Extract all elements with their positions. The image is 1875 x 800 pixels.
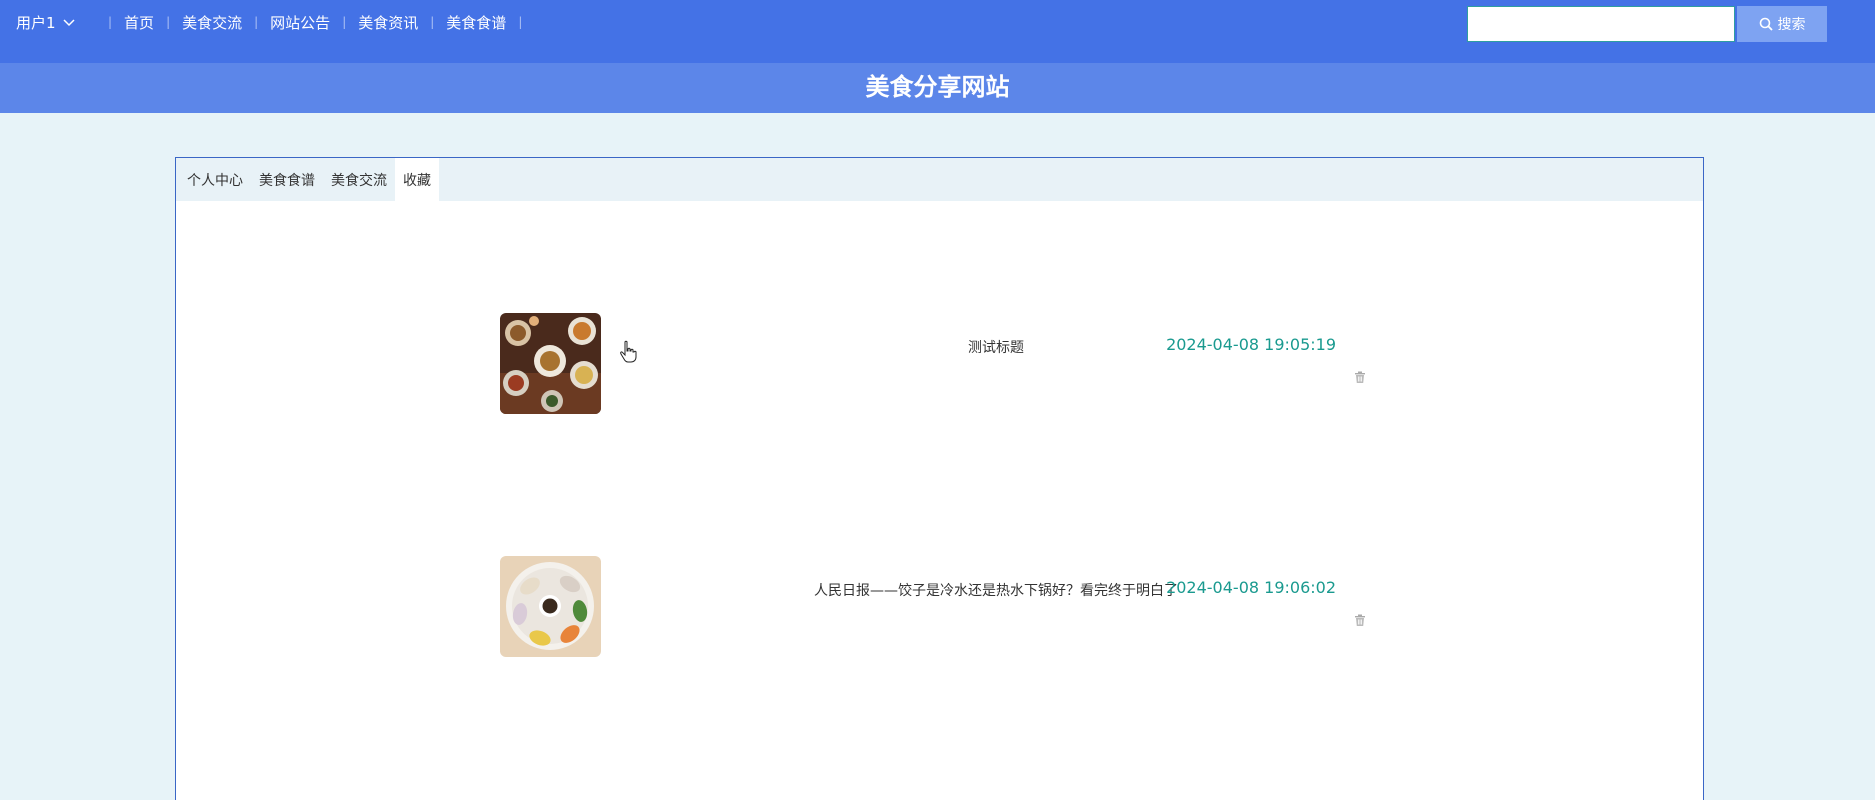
tab-recipes[interactable]: 美食食谱 — [251, 158, 323, 201]
nav-separator: | — [254, 15, 259, 29]
nav-separator: | — [342, 15, 347, 29]
user-menu-label: 用户1 — [16, 13, 56, 32]
nav-item-announcements[interactable]: 网站公告 — [270, 12, 330, 33]
search-button[interactable]: 搜索 — [1737, 6, 1827, 42]
tab-personal-center[interactable]: 个人中心 — [179, 158, 251, 201]
favorite-thumbnail[interactable] — [500, 313, 601, 414]
chevron-down-icon — [63, 19, 75, 27]
site-banner: 美食分享网站 — [0, 63, 1875, 113]
user-center-panel: 个人中心 美食食谱 美食交流 收藏 测试标题 2024-04-08 19:05:… — [175, 157, 1704, 800]
favorite-item: 测试标题 2024-04-08 19:05:19 — [176, 313, 1703, 417]
top-navigation-bar: 用户1 | 首页 | 美食交流 | 网站公告 | 美食资讯 | 美食食谱 | 搜… — [0, 0, 1875, 63]
tab-food-exchange[interactable]: 美食交流 — [323, 158, 395, 201]
hand-cursor-icon — [620, 340, 637, 363]
favorite-thumbnail[interactable] — [500, 556, 601, 657]
dumplings-plate-photo — [500, 556, 601, 657]
nav-separator: | — [108, 15, 113, 29]
trash-icon[interactable] — [1353, 370, 1367, 384]
favorite-item: 人民日报——饺子是冷水还是热水下锅好？看完终于明白了 2024-04-08 19… — [176, 556, 1703, 660]
favorite-time: 2024-04-08 19:06:02 — [1166, 578, 1336, 597]
food-platter-photo — [500, 313, 601, 414]
panel-tabs: 个人中心 美食食谱 美食交流 收藏 — [176, 158, 1703, 201]
nav-item-food-exchange[interactable]: 美食交流 — [182, 12, 242, 33]
user-menu[interactable]: 用户1 — [16, 10, 76, 34]
nav-item-home[interactable]: 首页 — [124, 12, 154, 33]
nav-separator: | — [518, 15, 523, 29]
favorite-time: 2024-04-08 19:05:19 — [1166, 335, 1336, 354]
trash-icon[interactable] — [1353, 613, 1367, 627]
nav-item-recipes[interactable]: 美食食谱 — [446, 12, 506, 33]
tab-favorites[interactable]: 收藏 — [395, 158, 439, 201]
search-button-label: 搜索 — [1777, 16, 1806, 32]
site-title: 美食分享网站 — [865, 73, 1010, 101]
nav-separator: | — [430, 15, 435, 29]
search-icon — [1759, 17, 1773, 31]
nav-item-food-news[interactable]: 美食资讯 — [358, 12, 418, 33]
search-input[interactable] — [1467, 6, 1735, 42]
main-nav: | 首页 | 美食交流 | 网站公告 | 美食资讯 | 美食食谱 | — [96, 10, 534, 34]
nav-separator: | — [166, 15, 171, 29]
